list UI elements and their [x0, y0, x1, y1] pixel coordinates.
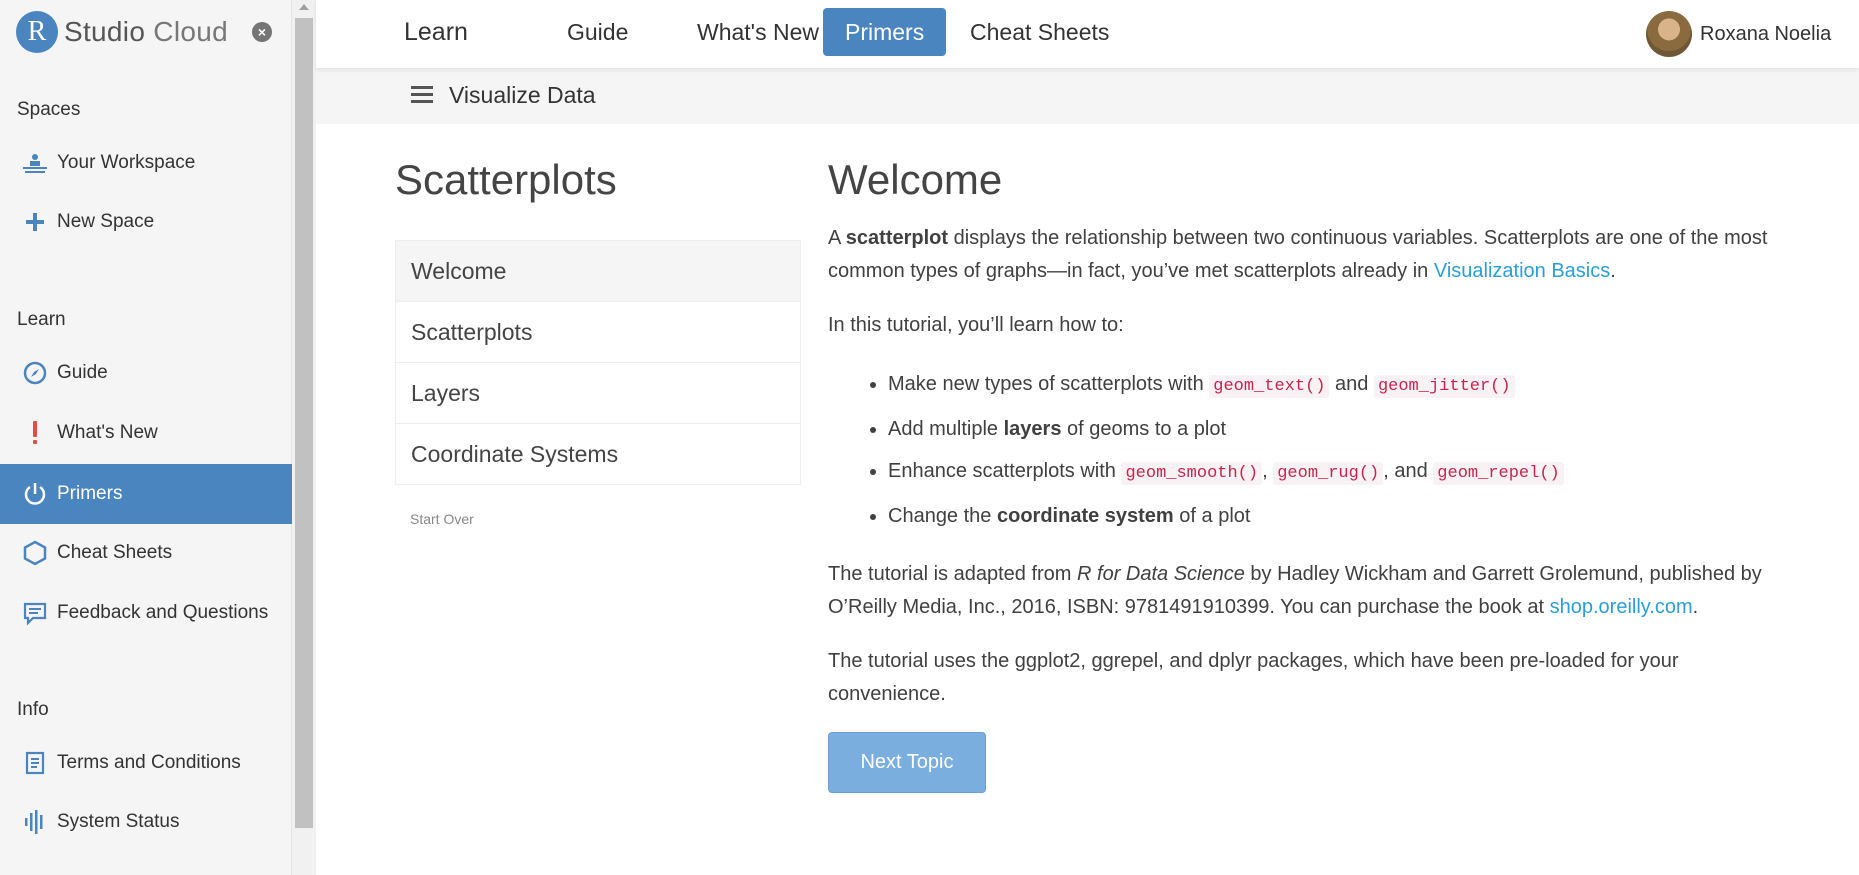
sidebar-item-primers[interactable]: Primers [0, 464, 292, 524]
nav-link-whats-new[interactable]: What's New [675, 8, 841, 56]
sidebar-item-label: Primers [57, 483, 123, 504]
sidebar-item-cheat-sheets[interactable]: Cheat Sheets [0, 524, 292, 582]
rstudio-logo-icon: R [16, 11, 58, 53]
toc-item-scatterplots[interactable]: Scatterplots [396, 301, 800, 362]
sidebar-item-label: Your Workspace [57, 152, 196, 173]
main-content: Welcome A scatterplot displays the relat… [828, 156, 1788, 793]
section-learn: Learn [17, 309, 66, 330]
start-over-link[interactable]: Start Over [410, 511, 474, 527]
learn-intro: In this tutorial, you’ll learn how to: [828, 314, 1124, 336]
chat-icon [22, 600, 48, 626]
signal-bars-icon [22, 809, 48, 835]
nav-title: Learn [404, 18, 468, 46]
sidebar-item-new-space[interactable]: New Space [0, 193, 292, 251]
sidebar-scrollbar[interactable] [292, 0, 316, 875]
list-item: Add multiple layers of geoms to a plot [888, 408, 1788, 450]
brand-logo[interactable]: R Studio Cloud [16, 11, 228, 53]
compass-icon [22, 360, 48, 386]
tutorial-title: Visualize Data [449, 82, 596, 108]
list-item: Change the coordinate system of a plot [888, 495, 1788, 537]
sidebar: R Studio Cloud × Spaces Your Workspace N… [0, 0, 292, 875]
sidebar-item-label: New Space [57, 211, 155, 232]
sidebar-item-workspace[interactable]: Your Workspace [0, 134, 292, 192]
brand-studio: Studio [64, 16, 146, 47]
top-navigation: Learn Guide What's New Primers Cheat She… [316, 0, 1859, 68]
hamburger-icon[interactable] [411, 86, 433, 104]
user-menu[interactable]: Roxana Noelia [1646, 11, 1831, 57]
toc-item-coordinate-systems[interactable]: Coordinate Systems [396, 423, 800, 484]
close-sidebar-icon[interactable]: × [252, 22, 272, 42]
brand-cloud: Cloud [153, 16, 228, 47]
source-paragraph: The tutorial is adapted from R for Data … [828, 563, 1762, 618]
sidebar-item-label: What's New [57, 422, 158, 443]
scroll-up-icon[interactable] [299, 4, 309, 10]
avatar [1646, 11, 1692, 57]
list-item: Make new types of scatterplots with geom… [888, 363, 1788, 408]
plus-icon [22, 209, 48, 235]
scroll-thumb[interactable] [295, 18, 313, 828]
exclamation-icon [22, 420, 48, 446]
list-item: Enhance scatterplots with geom_smooth(),… [888, 450, 1788, 495]
oreilly-link[interactable]: shop.oreilly.com [1550, 596, 1693, 618]
nav-link-primers[interactable]: Primers [823, 8, 947, 56]
power-icon [22, 481, 48, 507]
sidebar-item-label: Cheat Sheets [57, 542, 173, 563]
tutorial-header: Visualize Data [316, 68, 1859, 124]
document-icon [22, 750, 48, 776]
toc-item-welcome[interactable]: Welcome [396, 240, 800, 301]
section-spaces: Spaces [17, 99, 81, 120]
sidebar-item-status[interactable]: System Status [0, 793, 292, 851]
toc-title: Scatterplots [395, 156, 617, 203]
nav-link-cheat-sheets[interactable]: Cheat Sheets [948, 8, 1131, 56]
intro-paragraph: A scatterplot displays the relationship … [828, 227, 1768, 282]
sidebar-item-label: Terms and Conditions [57, 752, 241, 773]
sidebar-item-label: Feedback and Questions [57, 602, 269, 623]
sidebar-item-feedback[interactable]: Feedback and Questions [0, 584, 292, 642]
page-title: Welcome [828, 156, 1003, 203]
sidebar-item-guide[interactable]: Guide [0, 344, 292, 402]
table-of-contents: Welcome Scatterplots Layers Coordinate S… [395, 240, 801, 485]
packages-paragraph: The tutorial uses the ggplot2, ggrepel, … [828, 650, 1679, 705]
hexagon-icon [22, 540, 48, 566]
learning-goals-list: Make new types of scatterplots with geom… [888, 363, 1788, 537]
workspace-icon [22, 150, 48, 176]
section-info: Info [17, 699, 49, 720]
visualization-basics-link[interactable]: Visualization Basics [1434, 260, 1610, 282]
sidebar-item-label: System Status [57, 811, 180, 832]
next-topic-button[interactable]: Next Topic [828, 732, 986, 793]
user-name: Roxana Noelia [1700, 22, 1832, 45]
nav-link-guide[interactable]: Guide [545, 8, 650, 56]
sidebar-item-label: Guide [57, 362, 108, 383]
sidebar-item-terms[interactable]: Terms and Conditions [0, 734, 292, 792]
sidebar-item-whats-new[interactable]: What's New [0, 404, 292, 462]
toc-item-layers[interactable]: Layers [396, 362, 800, 423]
